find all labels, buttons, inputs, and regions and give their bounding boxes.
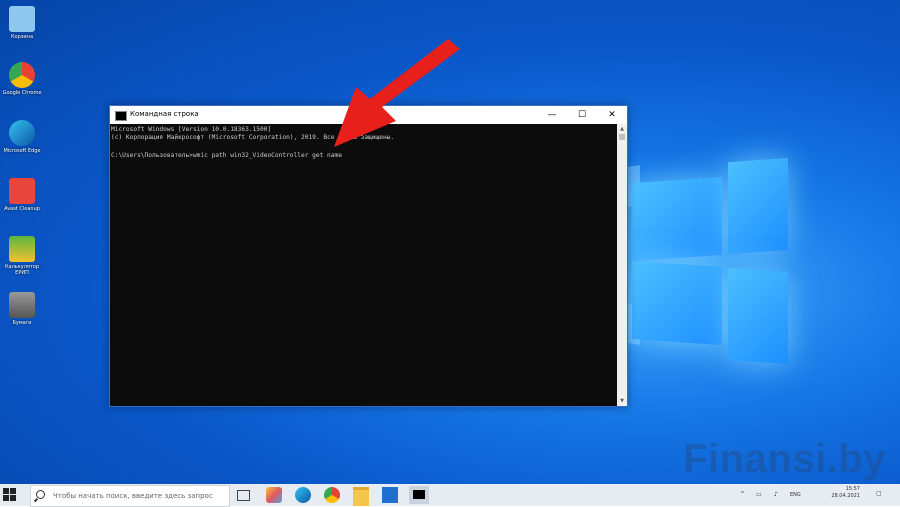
app-icon — [9, 292, 35, 318]
minimize-button[interactable]: — — [537, 106, 567, 124]
desktop-icon-label: Бумаги — [12, 320, 32, 326]
clock-time: 15:57 — [845, 486, 860, 492]
cmd-icon[interactable] — [409, 486, 429, 504]
windows-logo-pane — [632, 260, 722, 346]
windows-logo-pane — [728, 267, 788, 365]
maximize-button[interactable]: ☐ — [567, 106, 597, 124]
taskbar: Чтобы начать поиск, введите здесь запрос… — [0, 484, 900, 507]
taskbar-search-box[interactable]: Чтобы начать поиск, введите здесь запрос — [30, 485, 230, 507]
store-icon[interactable] — [382, 487, 398, 503]
console-command-line: C:\Users\Пользователь>wmic path win32_Vi… — [111, 152, 342, 159]
windows-logo-pane — [632, 176, 722, 262]
desktop-icon-recycle-bin[interactable]: Корзина — [2, 6, 42, 40]
desktop-icon-avast[interactable]: Avast Cleanup — [2, 178, 42, 212]
language-indicator[interactable]: ENG — [790, 492, 801, 498]
desktop-icon-chrome[interactable]: Google Chrome — [2, 62, 42, 96]
edge-icon[interactable] — [295, 487, 311, 503]
cmd-icon — [115, 111, 127, 121]
desktop-icon-label: Avast Cleanup — [4, 206, 40, 212]
scroll-down-arrow-icon[interactable]: ▼ — [617, 396, 627, 406]
window-title: Командная строка — [130, 110, 199, 118]
recycle-bin-icon — [9, 6, 35, 32]
desktop: Корзина Google Chrome Microsoft Edge Ava… — [0, 0, 900, 484]
clock-date: 28.04.2021 — [831, 493, 860, 499]
vertical-scrollbar[interactable]: ▲ ▼ — [617, 124, 627, 406]
clock[interactable]: 15:57 28.04.2021 — [831, 486, 860, 500]
edge-icon — [9, 120, 35, 146]
watermark: Finansi.by — [683, 437, 886, 481]
cmd-icon-screen — [413, 490, 425, 499]
console-line: Microsoft Windows [Version 10.0.18363.15… — [111, 126, 272, 133]
windows-start-icon[interactable] — [3, 488, 17, 502]
desktop-icon-label: Google Chrome — [2, 90, 42, 96]
desktop-icon-label: Microsoft Edge — [3, 148, 41, 154]
desktop-icon-label: Калькулятор ЕРИП — [4, 264, 40, 276]
chrome-icon — [9, 62, 35, 88]
desktop-icon-calculator[interactable]: Калькулятор ЕРИП — [2, 236, 42, 276]
chrome-icon[interactable] — [324, 487, 340, 503]
desktop-icon-edge[interactable]: Microsoft Edge — [2, 120, 42, 154]
file-explorer-icon[interactable] — [353, 487, 369, 506]
calculator-icon — [9, 236, 35, 262]
windows-logo-pane — [728, 157, 788, 255]
red-arrow-icon — [334, 39, 460, 147]
tray-chevron-icon[interactable]: ^ — [740, 491, 745, 498]
search-icon — [36, 490, 45, 499]
task-view-icon[interactable] — [237, 490, 250, 501]
paint-icon[interactable] — [266, 487, 282, 503]
search-placeholder: Чтобы начать поиск, введите здесь запрос — [53, 492, 213, 500]
notifications-icon[interactable]: ▢ — [876, 490, 882, 497]
close-button[interactable]: ✕ — [597, 106, 627, 124]
scroll-up-arrow-icon[interactable]: ▲ — [617, 124, 627, 134]
desktop-icon-label: Корзина — [10, 34, 34, 40]
volume-icon[interactable]: ♪ — [774, 491, 778, 498]
desktop-icon-app[interactable]: Бумаги — [2, 292, 42, 326]
network-icon[interactable]: ▭ — [756, 491, 762, 498]
scrollbar-thumb[interactable] — [619, 134, 625, 140]
avast-icon — [9, 178, 35, 204]
console-output[interactable]: Microsoft Windows [Version 10.0.18363.15… — [110, 124, 617, 406]
